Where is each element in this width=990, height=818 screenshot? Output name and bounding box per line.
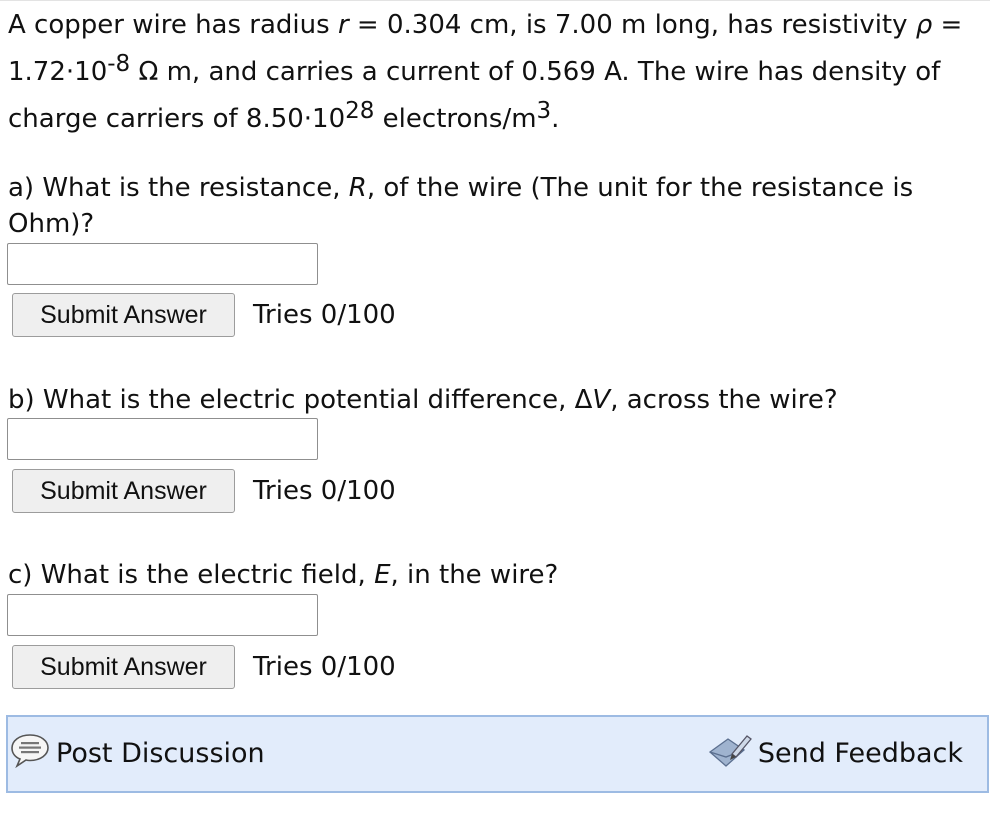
- post-discussion-label: Post Discussion: [56, 737, 265, 769]
- answer-input-a[interactable]: [7, 243, 318, 285]
- speech-bubble-icon: [10, 732, 50, 775]
- discussion-feedback-bar: Post Discussion Send Feedback: [6, 715, 989, 793]
- problem-statement: A copper wire has radius r = 0.304 cm, i…: [8, 2, 983, 143]
- question-text: b) What is the electric potential differ…: [8, 385, 593, 415]
- top-divider: [0, 0, 990, 1]
- question-a: a) What is the resistance, R, of the wir…: [8, 170, 983, 242]
- problem-text: = 0.304 cm, is 7.00 m long, has resistiv…: [348, 10, 916, 40]
- question-b: b) What is the electric potential differ…: [8, 382, 983, 418]
- voltage-symbol: V: [592, 385, 611, 415]
- radius-symbol: r: [337, 10, 349, 40]
- post-discussion-link[interactable]: Post Discussion: [10, 731, 265, 775]
- submit-button-b[interactable]: Submit Answer: [12, 469, 235, 513]
- submit-button-c[interactable]: Submit Answer: [12, 645, 235, 689]
- question-c: c) What is the electric field, E, in the…: [8, 557, 983, 593]
- density-exponent: 28: [345, 98, 375, 124]
- submit-button-a[interactable]: Submit Answer: [12, 293, 235, 337]
- tries-counter-a: Tries 0/100: [253, 300, 396, 330]
- density-unit: electrons/m: [374, 104, 537, 134]
- resistivity-exponent: -8: [107, 51, 131, 77]
- problem-text: A copper wire has radius: [8, 10, 338, 40]
- tries-counter-b: Tries 0/100: [253, 476, 396, 506]
- question-text: a) What is the resistance,: [8, 173, 349, 203]
- answer-input-b[interactable]: [7, 418, 318, 460]
- send-feedback-label: Send Feedback: [757, 737, 963, 769]
- pencil-envelope-icon: [706, 730, 752, 777]
- tries-counter-c: Tries 0/100: [253, 652, 396, 682]
- question-text: c) What is the electric field,: [8, 560, 375, 590]
- resistance-symbol: R: [348, 173, 367, 203]
- problem-text: .: [551, 104, 560, 134]
- answer-input-c[interactable]: [7, 594, 318, 636]
- question-text: , in the wire?: [390, 560, 559, 590]
- density-unit-exponent: 3: [536, 98, 552, 124]
- send-feedback-link[interactable]: Send Feedback: [706, 731, 963, 775]
- field-symbol: E: [374, 560, 391, 590]
- question-text: , across the wire?: [610, 385, 838, 415]
- resistivity-symbol: ρ: [915, 10, 933, 40]
